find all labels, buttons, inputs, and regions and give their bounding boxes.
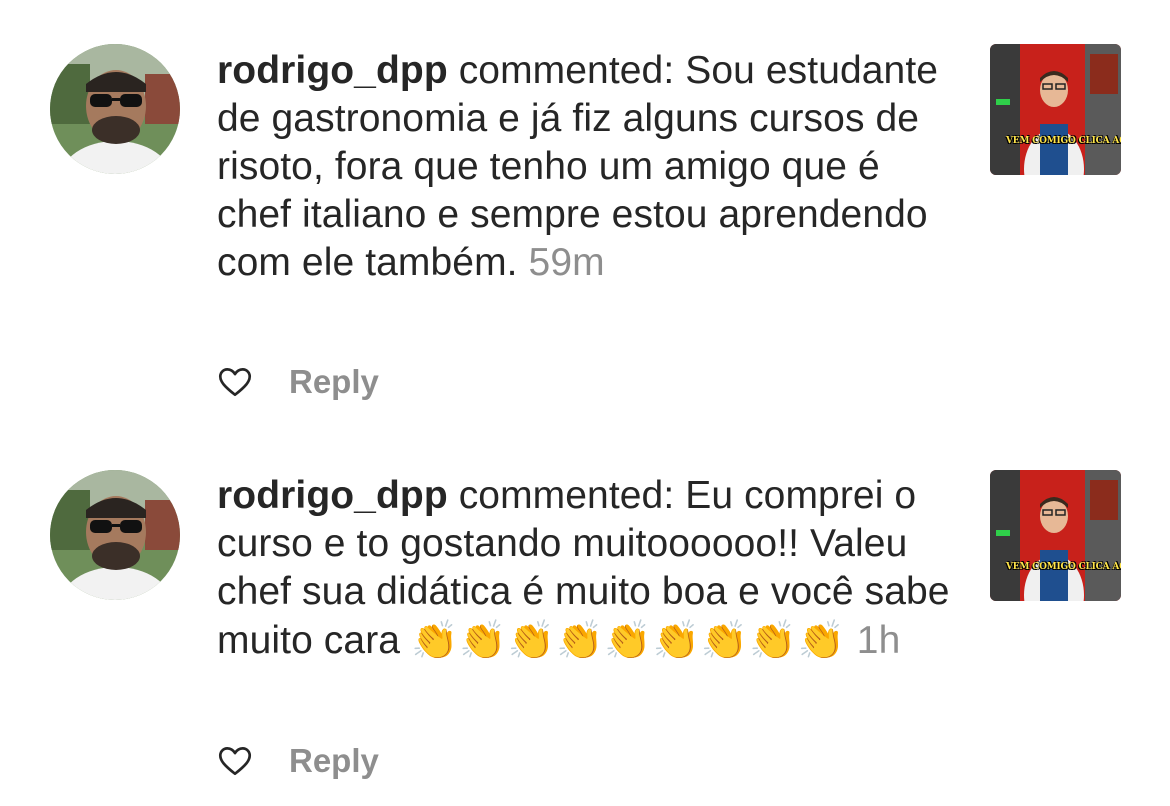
reply-button[interactable]: Reply [289, 742, 379, 780]
comment-username[interactable]: rodrigo_dpp [217, 474, 448, 517]
thumbnail-caption: VEM COMIGO CLICA AQUI E [1006, 562, 1121, 572]
comment-body: rodrigo_dpp commented: Sou estudante de … [217, 47, 957, 287]
comment-verb: commented: [458, 49, 675, 92]
comment-actions: Reply [217, 363, 379, 401]
avatar-photo-icon [50, 470, 180, 600]
reply-button[interactable]: Reply [289, 363, 379, 401]
comment-verb: commented: [458, 474, 675, 517]
user-avatar[interactable] [50, 44, 180, 174]
comment-item: rodrigo_dpp commented: Eu comprei o curs… [0, 420, 1170, 806]
comment-actions: Reply [217, 742, 379, 780]
comment-body: rodrigo_dpp commented: Eu comprei o curs… [217, 472, 957, 665]
video-thumbnail-image [990, 470, 1121, 601]
clapping-hands-emoji: 👏👏👏👏👏👏👏👏👏 [411, 618, 846, 662]
post-thumbnail[interactable]: VEM COMIGO CLICA AQUI E [990, 470, 1121, 601]
comment-username[interactable]: rodrigo_dpp [217, 49, 448, 92]
thumbnail-caption: VEM COMIGO CLICA AQUI E [1006, 136, 1121, 146]
heart-outline-icon[interactable] [217, 743, 253, 779]
comment-item: rodrigo_dpp commented: Sou estudante de … [0, 0, 1170, 420]
comment-timestamp: 1h [856, 619, 901, 662]
post-thumbnail[interactable]: VEM COMIGO CLICA AQUI E [990, 44, 1121, 175]
avatar-photo-icon [50, 44, 180, 174]
user-avatar[interactable] [50, 470, 180, 600]
video-thumbnail-image [990, 44, 1121, 175]
heart-outline-icon[interactable] [217, 364, 253, 400]
comment-timestamp: 59m [528, 241, 605, 284]
